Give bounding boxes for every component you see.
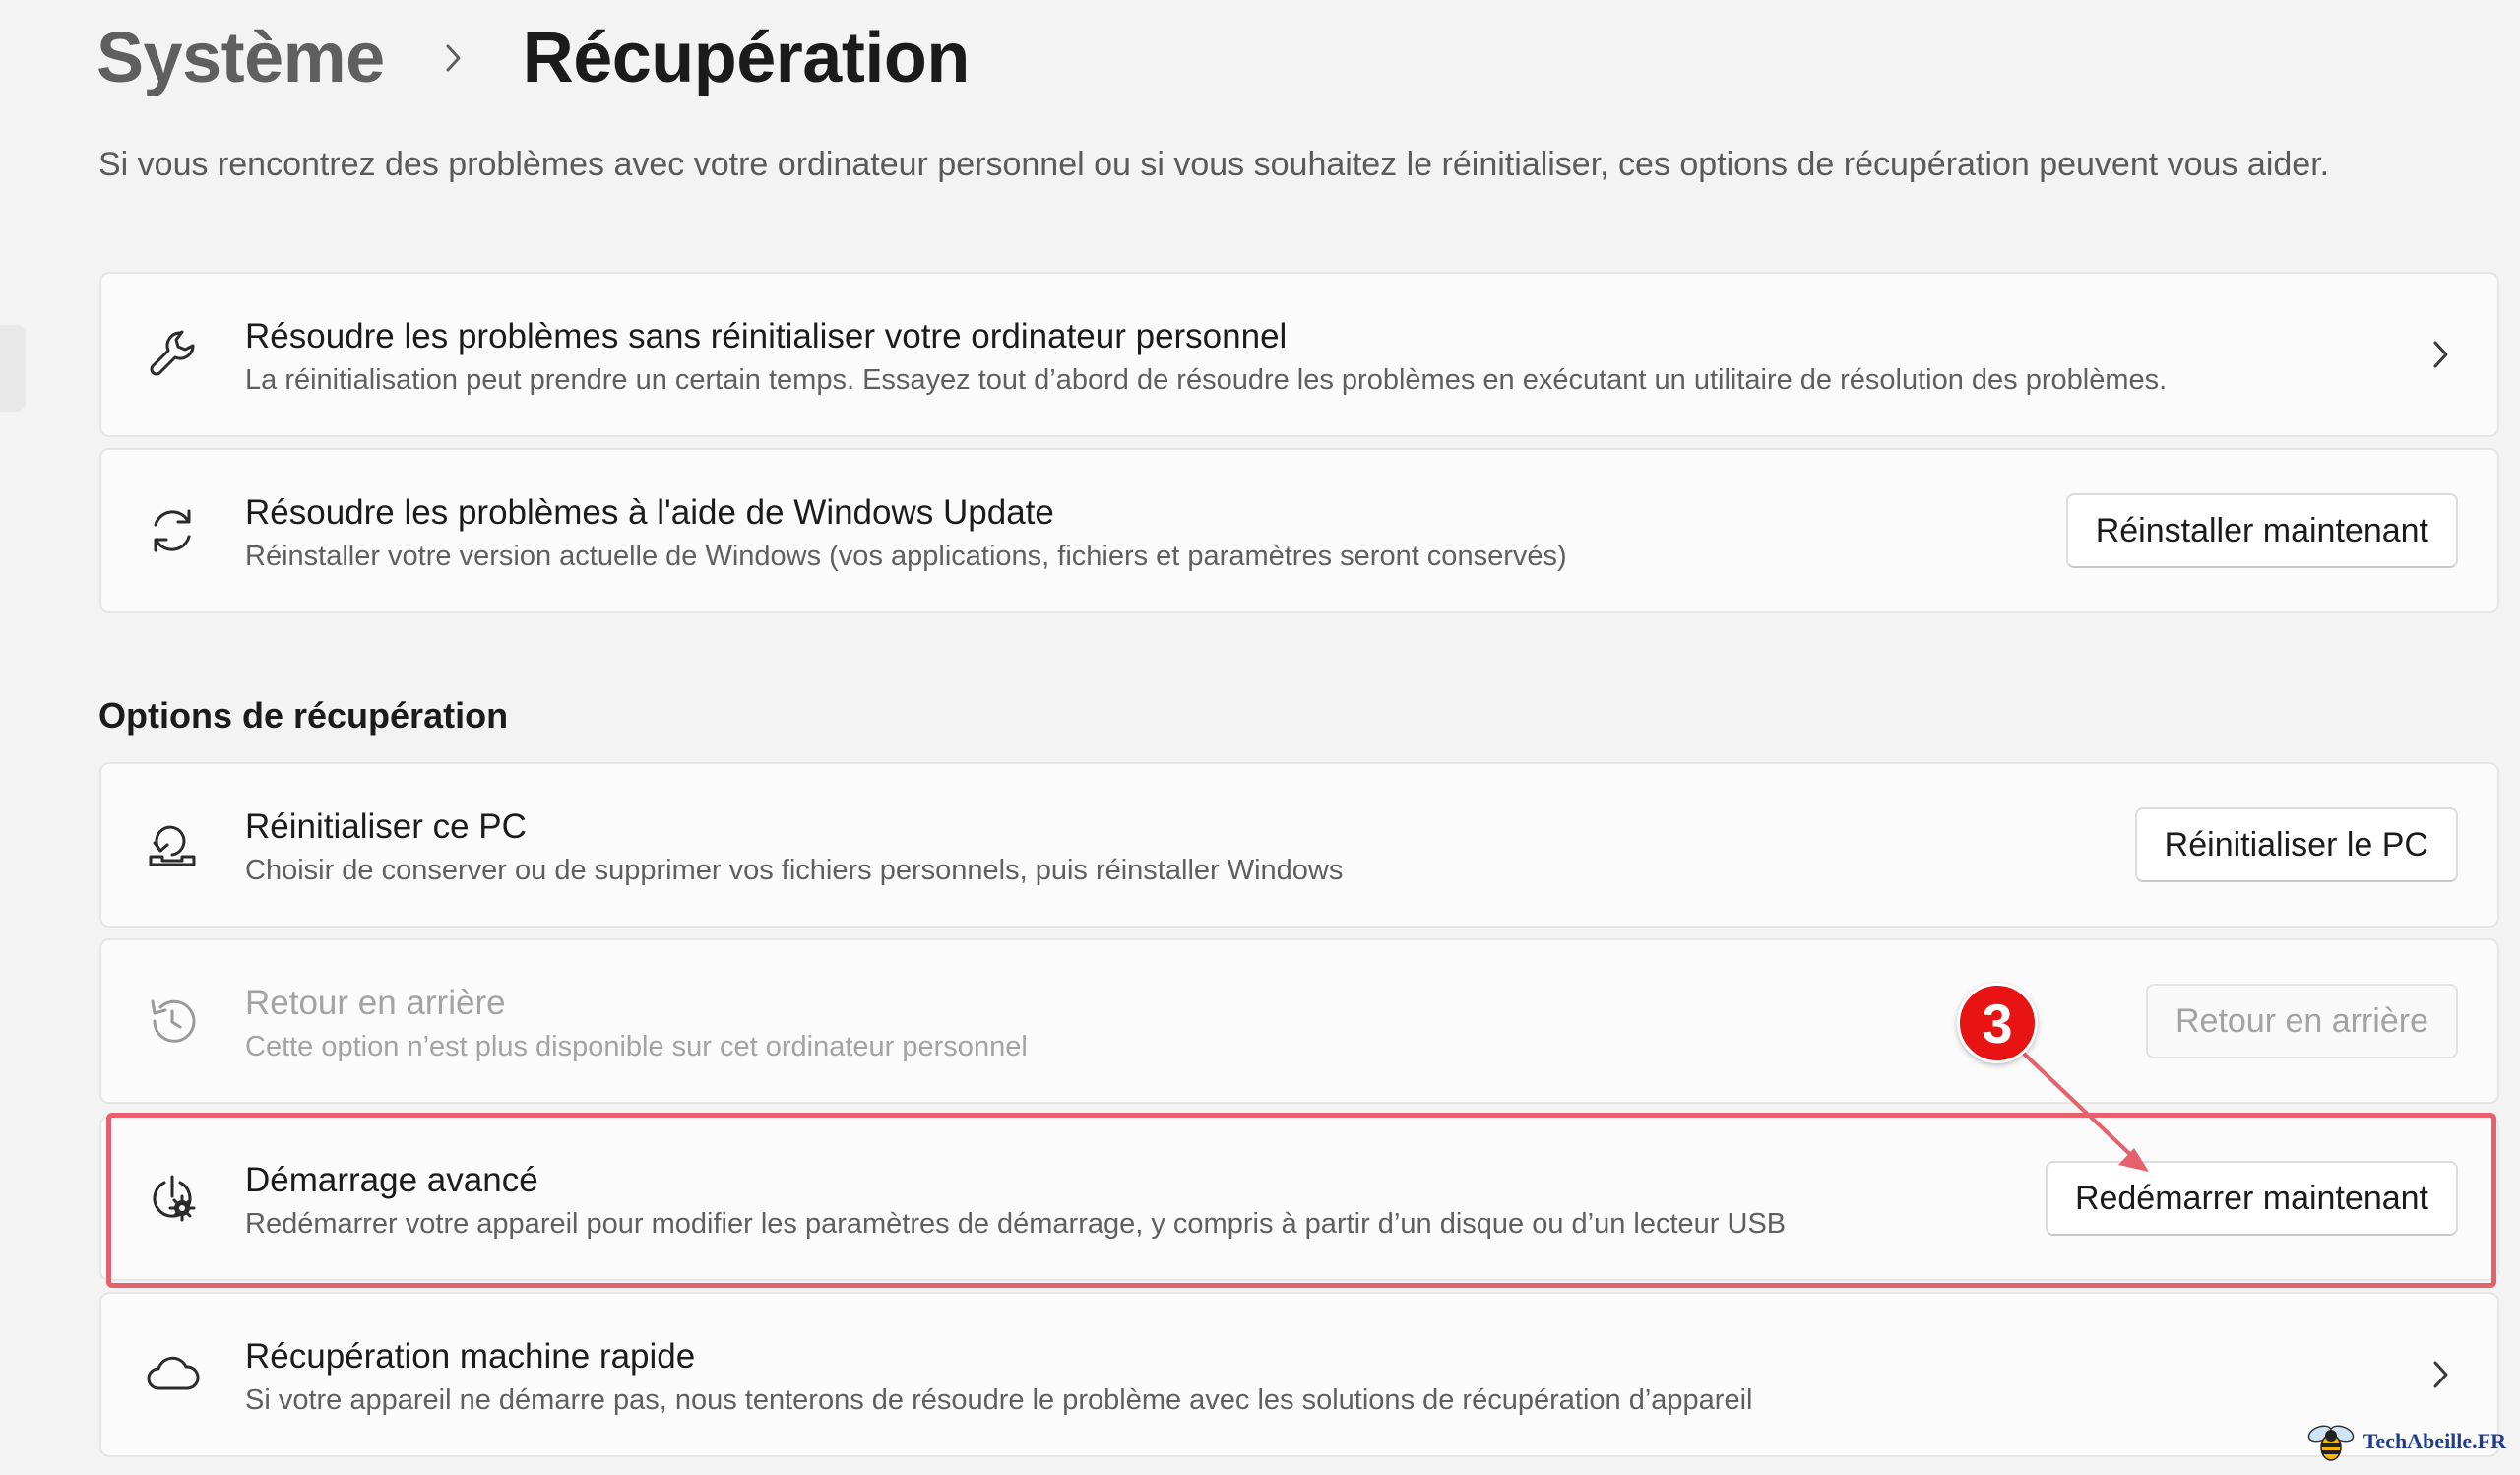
advanced-startup-card: Démarrage avancé Redémarrer votre appare…: [99, 1116, 2499, 1281]
page-title: Récupération: [522, 19, 971, 97]
chevron-right-icon: [424, 14, 483, 102]
page-description: Si vous rencontrez des problèmes avec vo…: [98, 146, 2330, 183]
sidebar-edge: [0, 325, 26, 412]
reset-pc-icon: [141, 813, 204, 876]
chevron-right-icon: [2426, 1355, 2454, 1394]
card-description: La réinitialisation peut prendre un cert…: [245, 364, 2168, 396]
sync-icon: [141, 499, 204, 562]
watermark: TechAbeille.FR: [2304, 1420, 2506, 1463]
section-heading: Options de récupération: [98, 695, 509, 736]
step-number-badge: 3: [1957, 983, 2038, 1063]
advanced-startup-icon: [141, 1167, 204, 1230]
windows-update-repair-card: Résoudre les problèmes à l'aide de Windo…: [99, 448, 2499, 613]
reset-pc-button[interactable]: Réinitialiser le PC: [2134, 807, 2458, 882]
breadcrumb: Système Récupération: [96, 14, 970, 102]
reset-pc-card: Réinitialiser ce PC Choisir de conserver…: [99, 762, 2499, 928]
troubleshoot-card[interactable]: Résoudre les problèmes sans réinitialise…: [99, 272, 2499, 437]
card-description: Redémarrer votre appareil pour modifier …: [245, 1208, 1787, 1240]
card-title: Démarrage avancé: [245, 1161, 538, 1199]
card-description: Réinstaller votre version actuelle de Wi…: [245, 541, 1567, 572]
wrench-icon: [141, 323, 204, 386]
card-description: Cette option n’est plus disponible sur c…: [245, 1031, 1028, 1062]
quick-machine-recovery-card[interactable]: Récupération machine rapide Si votre app…: [99, 1292, 2499, 1457]
bee-logo-icon: [2304, 1420, 2360, 1463]
chevron-right-icon: [2426, 335, 2454, 374]
go-back-card: Retour en arrière Cette option n’est plu…: [99, 938, 2499, 1104]
reinstall-now-button[interactable]: Réinstaller maintenant: [2065, 493, 2458, 568]
card-description: Choisir de conserver ou de supprimer vos…: [245, 855, 1344, 886]
history-icon: [141, 990, 204, 1053]
card-title: Retour en arrière: [245, 984, 506, 1022]
card-title: Récupération machine rapide: [245, 1337, 696, 1376]
card-title: Résoudre les problèmes sans réinitialise…: [245, 317, 1288, 355]
cloud-icon: [141, 1343, 204, 1406]
card-title: Réinitialiser ce PC: [245, 807, 527, 846]
watermark-text: TechAbeille.FR: [2362, 1429, 2506, 1453]
breadcrumb-parent-systeme[interactable]: Système: [96, 18, 385, 98]
card-title: Résoudre les problèmes à l'aide de Windo…: [245, 493, 1054, 532]
card-description: Si votre appareil ne démarre pas, nous t…: [245, 1384, 1753, 1416]
restart-now-button[interactable]: Redémarrer maintenant: [2045, 1161, 2458, 1236]
go-back-button[interactable]: Retour en arrière: [2145, 984, 2458, 1058]
